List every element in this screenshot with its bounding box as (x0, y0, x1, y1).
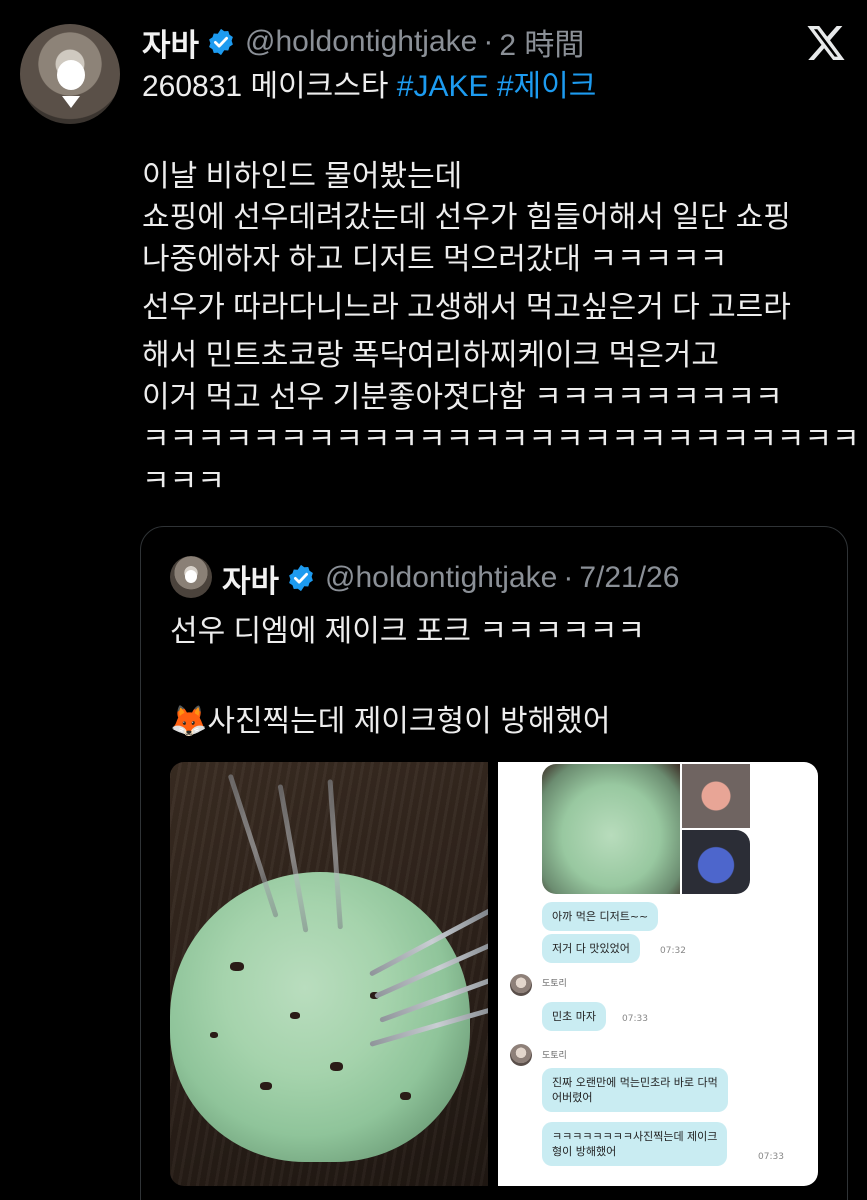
dm-message-bubble: 저거 다 맛있었어 (542, 934, 640, 963)
choco-chip (400, 1092, 411, 1100)
header-separator: · (483, 25, 494, 58)
verified-badge-icon (289, 564, 313, 592)
ice-cream-bowl (170, 872, 470, 1162)
quoted-author-avatar[interactable] (170, 556, 212, 598)
choco-chip (230, 962, 244, 971)
quoted-display-name[interactable]: 자바 (222, 556, 279, 601)
dm-photo-peach-cake (682, 764, 750, 828)
dm-message-line: 형이 방해했어 (552, 1145, 617, 1158)
quoted-body-text: 사진찍는데 제이크형이 방해했어 (207, 705, 611, 738)
dm-message-time: 07:32 (660, 946, 686, 956)
hashtag-jake-korean[interactable]: #제이크 (497, 70, 597, 103)
quoted-timestamp[interactable]: 7/21/26 (579, 561, 679, 595)
dm-sender-avatar (510, 974, 532, 996)
avatar-face-mask (185, 570, 197, 583)
dm-sender-name: 도토리 (542, 1051, 567, 1061)
quoted-tweet-header: 자바 @holdontightjake · 7/21/26 (222, 556, 679, 600)
dm-message-bubble: 민초 마자 (542, 1002, 606, 1031)
dm-screenshot-image[interactable]: 아까 먹은 디저트~~ 저거 다 맛있었어 07:32 도토리 민초 마자 07… (498, 762, 818, 1186)
tweet-body-line: 나중에하자 하고 디저트 먹으러갔대 ㅋㅋㅋㅋㅋ (142, 243, 728, 276)
tweet-body-line: 선우가 따라다니느라 고생해서 먹고싶은거 다 고르라 (142, 291, 791, 324)
dm-message-bubble-multiline: ㅋㅋㅋㅋㅋㅋㅋㅋ사진찍는데 제이크 형이 방해했어 (542, 1122, 728, 1166)
tweet-body-line: ㅋㅋㅋㅋㅋㅋㅋㅋㅋㅋㅋㅋㅋㅋㅋㅋㅋㅋㅋㅋㅋㅋㅋㅋㅋㅋ (142, 423, 860, 456)
x-logo-icon[interactable] (807, 26, 845, 60)
verified-badge-icon (209, 28, 233, 56)
dm-photo-mint-choco (542, 764, 680, 894)
hashtag-jake[interactable]: #JAKE (397, 70, 489, 103)
header-separator: · (563, 561, 574, 594)
author-avatar[interactable] (20, 24, 120, 124)
tweet-body-line: 쇼핑에 선우데려갔는데 선우가 힘들어해서 일단 쇼핑 (142, 201, 791, 234)
tweet-first-line: 260831 메이크스타 #JAKE #제이크 (142, 67, 596, 107)
tweet-body-line: ㅋㅋㅋ (142, 465, 225, 498)
mint-choco-photo[interactable] (170, 762, 488, 1186)
dm-message-bubble-multiline: 진짜 오랜만에 먹는민초라 바로 다먹 어버렸어 (542, 1068, 728, 1112)
choco-chip (290, 1012, 300, 1019)
choco-chip (260, 1082, 272, 1090)
author-handle[interactable]: @holdontightjake (245, 25, 477, 59)
dm-message-time: 07:33 (758, 1152, 784, 1162)
display-name[interactable]: 자바 (142, 20, 199, 65)
tweet-date-text: 260831 메이크스타 (142, 70, 397, 103)
dm-sender-avatar (510, 1044, 532, 1066)
dm-message-line: ㅋㅋㅋㅋㅋㅋㅋㅋ사진찍는데 제이크 (552, 1130, 718, 1143)
choco-chip (330, 1062, 343, 1071)
tweet-body-line: 이거 먹고 선우 기분좋아졋다함 ㅋㅋㅋㅋㅋㅋㅋㅋㅋ (142, 381, 783, 414)
tweet-header: 자바 @holdontightjake · 2 時間 (142, 20, 584, 64)
quoted-body-line: 선우 디엠에 제이크 포크 ㅋㅋㅋㅋㅋㅋ (170, 615, 645, 648)
dm-message-line: 어버렸어 (552, 1091, 593, 1104)
avatar-mask-tip (62, 96, 80, 108)
fox-face-icon: 🦊 (170, 705, 208, 738)
dm-message-time: 07:33 (622, 1014, 648, 1024)
avatar-face-mask (57, 60, 85, 90)
dm-message-bubble: 아까 먹은 디저트~~ (542, 902, 659, 931)
quoted-author-handle[interactable]: @holdontightjake (325, 561, 557, 595)
choco-chip (210, 1032, 218, 1038)
dm-photo-blue-cake (682, 830, 750, 894)
tweet-body-line: 해서 민트초코랑 폭닥여리하찌케이크 먹은거고 (142, 339, 720, 372)
dm-message-line: 진짜 오랜만에 먹는민초라 바로 다먹 (552, 1076, 718, 1089)
quoted-body-line-with-emoji: 🦊사진찍는데 제이크형이 방해했어 (170, 702, 610, 742)
tweet-body-line: 이날 비하인드 물어봤는데 (142, 160, 463, 193)
tweet-timestamp[interactable]: 2 時間 (499, 20, 584, 64)
dm-sender-name: 도토리 (542, 979, 567, 989)
